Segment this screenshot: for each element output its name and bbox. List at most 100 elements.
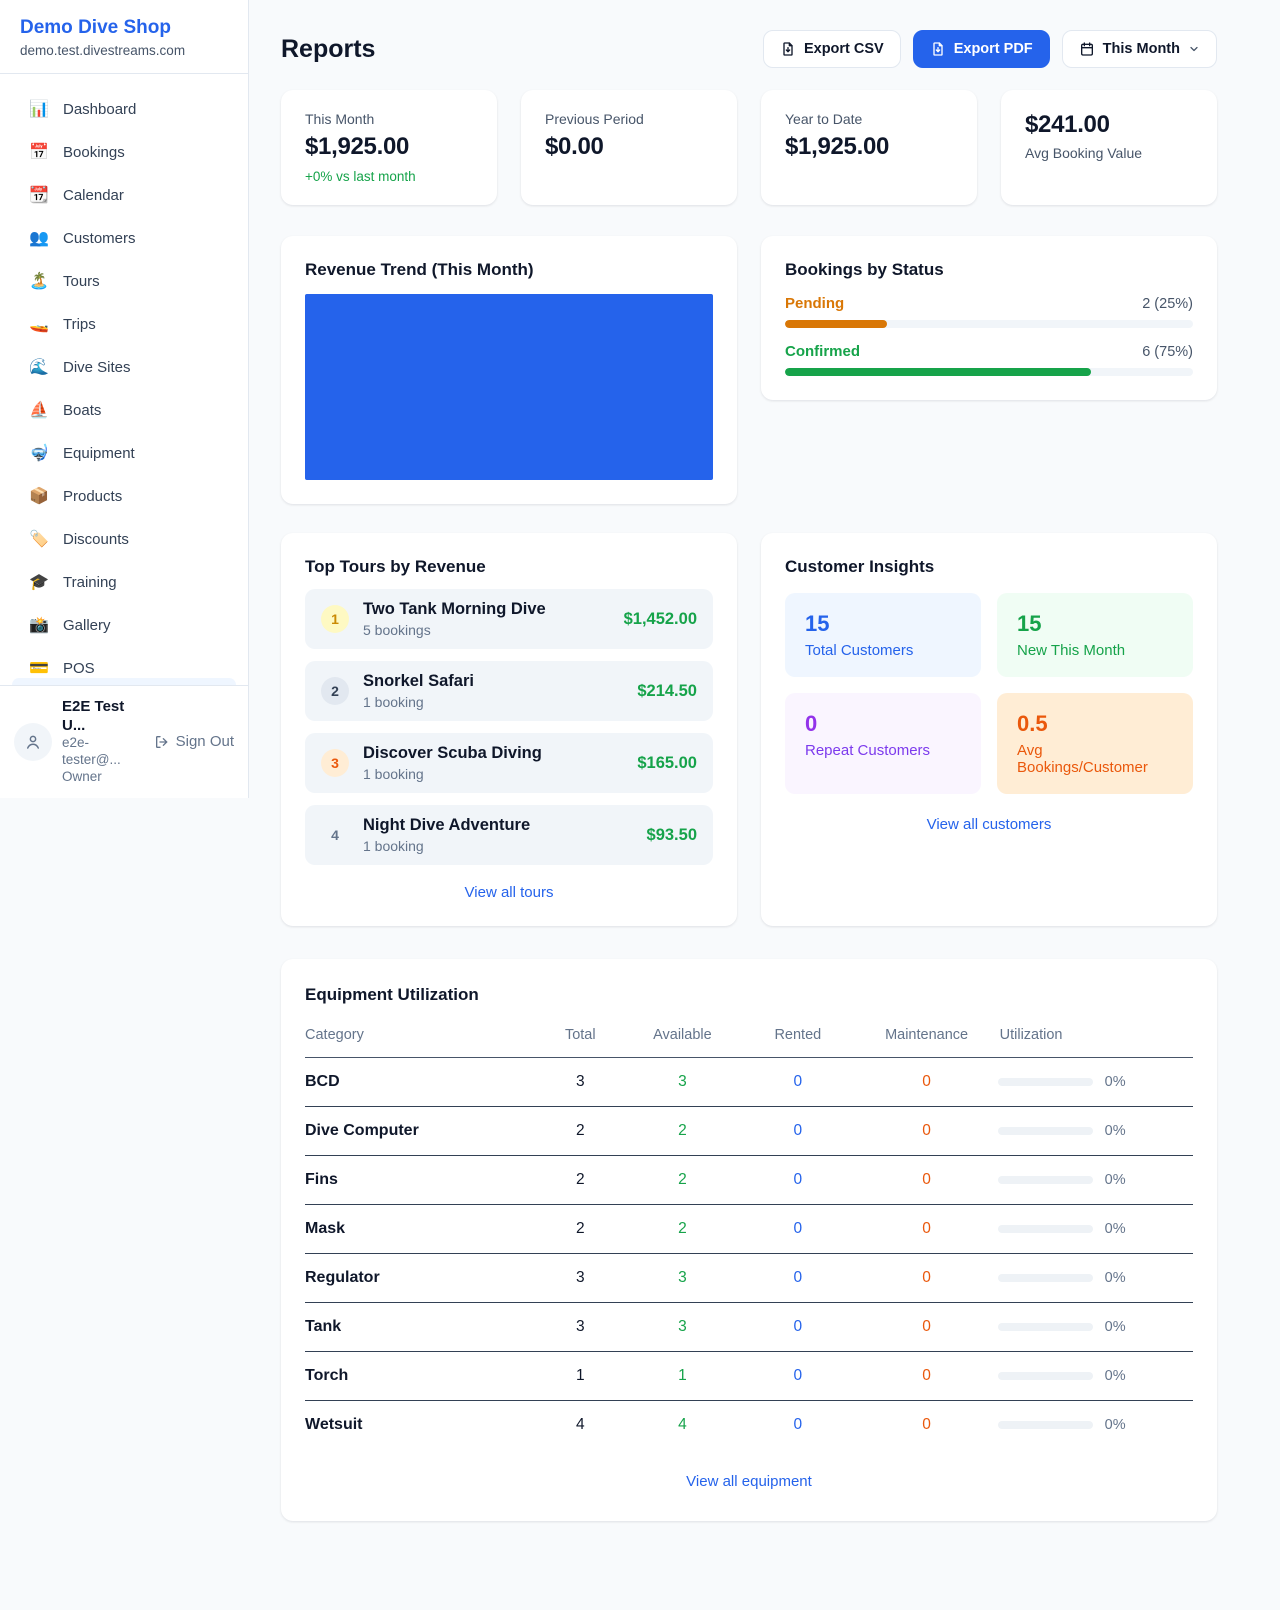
cell-rented: 0 [740, 1303, 855, 1352]
stat-card-previous-period: Previous Period $0.00 [521, 90, 737, 205]
cell-available: 2 [625, 1205, 740, 1254]
tile-value: 15 [1017, 611, 1173, 637]
view-all-tours-link[interactable]: View all tours [465, 884, 554, 901]
cell-available: 2 [625, 1107, 740, 1156]
utilization-track [998, 1127, 1093, 1135]
sidebar-item-discounts[interactable]: 🏷️ Discounts [12, 520, 236, 558]
file-download-icon [780, 41, 796, 57]
utilization-track [998, 1078, 1093, 1086]
tour-bookings: 5 bookings [363, 622, 624, 638]
charts-row: Revenue Trend (This Month) Bookings by S… [281, 236, 1217, 504]
logout-icon [154, 734, 170, 750]
view-all-equipment-link[interactable]: View all equipment [686, 1473, 812, 1490]
cell-maintenance: 0 [856, 1058, 998, 1107]
cell-utilization: 0% [998, 1058, 1193, 1107]
cell-rented: 0 [740, 1205, 855, 1254]
sidebar-item-boats[interactable]: ⛵ Boats [12, 391, 236, 429]
sidebar-item-dashboard[interactable]: 📊 Dashboard [12, 90, 236, 128]
equipment-table: Category Total Available Rented Maintena… [305, 1017, 1193, 1449]
page-title: Reports [281, 35, 375, 64]
tour-amount: $214.50 [637, 682, 697, 701]
cell-category: Fins [305, 1156, 536, 1205]
sidebar-item-training[interactable]: 🎓 Training [12, 563, 236, 601]
stat-label: This Month [305, 111, 473, 127]
view-all-customers-link[interactable]: View all customers [927, 816, 1052, 833]
sailboat-icon: ⛵ [29, 400, 49, 420]
sidebar-item-equipment[interactable]: 🤿 Equipment [12, 434, 236, 472]
tour-amount: $165.00 [637, 754, 697, 773]
sidebar-item-customers[interactable]: 👥 Customers [12, 219, 236, 257]
period-dropdown[interactable]: This Month [1062, 30, 1217, 68]
cell-category: Dive Computer [305, 1107, 536, 1156]
cell-maintenance: 0 [856, 1352, 998, 1401]
sidebar-item-calendar[interactable]: 📆 Calendar [12, 176, 236, 214]
column-header-category: Category [305, 1017, 536, 1058]
tile-avg-bookings-customer: 0.5 Avg Bookings/Customer [997, 693, 1193, 794]
graduation-cap-icon: 🎓 [29, 572, 49, 592]
credit-card-icon: 💳 [29, 658, 49, 678]
tour-name: Night Dive Adventure [363, 816, 647, 835]
bookings-calendar-icon: 📅 [29, 142, 49, 162]
wave-icon: 🌊 [29, 357, 49, 377]
tile-label: Avg Bookings/Customer [1017, 742, 1173, 776]
cell-category: BCD [305, 1058, 536, 1107]
table-row: Mask 2 2 0 0 0% [305, 1205, 1193, 1254]
sidebar-item-reports-partial[interactable] [12, 678, 236, 685]
tour-name: Two Tank Morning Dive [363, 600, 624, 619]
export-pdf-button[interactable]: Export PDF [913, 30, 1050, 68]
status-row-pending: Pending 2 (25%) [785, 295, 1193, 328]
utilization-percent: 0% [1105, 1417, 1126, 1433]
sidebar-item-products[interactable]: 📦 Products [12, 477, 236, 515]
rank-badge: 2 [321, 677, 349, 705]
stat-label: Previous Period [545, 111, 713, 127]
cell-total: 2 [536, 1205, 625, 1254]
stat-value: $1,925.00 [785, 133, 953, 161]
chevron-down-icon [1188, 43, 1200, 55]
utilization-track [998, 1274, 1093, 1282]
tour-row: 4 Night Dive Adventure 1 booking $93.50 [305, 805, 713, 865]
cell-available: 1 [625, 1352, 740, 1401]
calendar-icon [1079, 41, 1095, 57]
sign-out-button[interactable]: Sign Out [154, 733, 234, 750]
cell-available: 3 [625, 1058, 740, 1107]
sidebar-item-label: Trips [63, 316, 96, 333]
utilization-track [998, 1421, 1093, 1429]
sidebar-item-dive-sites[interactable]: 🌊 Dive Sites [12, 348, 236, 386]
cell-utilization: 0% [998, 1352, 1193, 1401]
utilization-percent: 0% [1105, 1074, 1126, 1090]
sidebar-item-label: Products [63, 488, 122, 505]
cell-total: 3 [536, 1058, 625, 1107]
cell-rented: 0 [740, 1156, 855, 1205]
cell-utilization: 0% [998, 1205, 1193, 1254]
tile-total-customers: 15 Total Customers [785, 593, 981, 677]
utilization-track [998, 1323, 1093, 1331]
cell-available: 3 [625, 1254, 740, 1303]
insight-grid: 15 Total Customers 15 New This Month 0 R… [785, 593, 1193, 794]
export-csv-button[interactable]: Export CSV [763, 30, 901, 68]
cell-utilization: 0% [998, 1303, 1193, 1352]
rank-badge: 3 [321, 749, 349, 777]
sidebar-item-label: Gallery [63, 617, 111, 634]
sidebar-item-tours[interactable]: 🏝️ Tours [12, 262, 236, 300]
cell-maintenance: 0 [856, 1107, 998, 1156]
tour-bookings: 1 booking [363, 838, 647, 854]
utilization-percent: 0% [1105, 1319, 1126, 1335]
avatar [14, 723, 52, 761]
customers-icon: 👥 [29, 228, 49, 248]
tile-new-this-month: 15 New This Month [997, 593, 1193, 677]
sidebar-item-trips[interactable]: 🚤 Trips [12, 305, 236, 343]
brand-block: Demo Dive Shop demo.test.divestreams.com [0, 0, 248, 74]
column-header-maintenance: Maintenance [856, 1017, 998, 1058]
package-icon: 📦 [29, 486, 49, 506]
utilization-percent: 0% [1105, 1270, 1126, 1286]
sidebar-item-gallery[interactable]: 📸 Gallery [12, 606, 236, 644]
island-icon: 🏝️ [29, 271, 49, 291]
export-csv-label: Export CSV [804, 41, 884, 57]
sidebar: Demo Dive Shop demo.test.divestreams.com… [0, 0, 249, 798]
speedboat-icon: 🚤 [29, 314, 49, 334]
tour-amount: $93.50 [647, 826, 697, 845]
sidebar-item-label: Dashboard [63, 101, 136, 118]
tour-name: Discover Scuba Diving [363, 744, 637, 763]
rank-badge: 4 [321, 821, 349, 849]
sidebar-item-bookings[interactable]: 📅 Bookings [12, 133, 236, 171]
